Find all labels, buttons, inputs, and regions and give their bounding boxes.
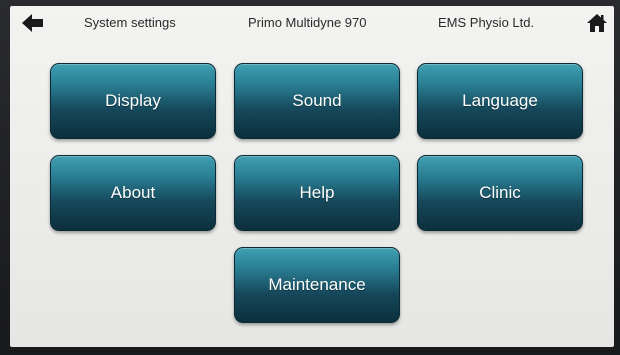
section-title: System settings <box>84 15 176 30</box>
home-button[interactable] <box>586 13 608 33</box>
touch-screen: System settings Primo Multidyne 970 EMS … <box>10 6 614 347</box>
language-button[interactable]: Language <box>417 63 583 139</box>
display-button-label: Display <box>105 91 161 110</box>
company-name: EMS Physio Ltd. <box>438 15 535 30</box>
clinic-button-label: Clinic <box>479 183 521 202</box>
sound-button-label: Sound <box>292 91 342 110</box>
sound-button[interactable]: Sound <box>234 63 400 139</box>
device-bezel: System settings Primo Multidyne 970 EMS … <box>0 0 620 355</box>
clinic-button[interactable]: Clinic <box>417 155 583 231</box>
back-button[interactable] <box>22 14 44 32</box>
arrow-left-icon <box>22 14 43 32</box>
maintenance-button-label: Maintenance <box>268 275 366 294</box>
help-button-label: Help <box>299 183 335 202</box>
device-model: Primo Multidyne 970 <box>248 15 367 30</box>
about-button-label: About <box>110 183 156 202</box>
home-icon <box>587 14 607 32</box>
language-button-label: Language <box>462 91 538 110</box>
about-button[interactable]: About <box>50 155 216 231</box>
maintenance-button[interactable]: Maintenance <box>234 247 400 323</box>
display-button[interactable]: Display <box>50 63 216 139</box>
top-bar: System settings Primo Multidyne 970 EMS … <box>10 6 614 40</box>
help-button[interactable]: Help <box>234 155 400 231</box>
